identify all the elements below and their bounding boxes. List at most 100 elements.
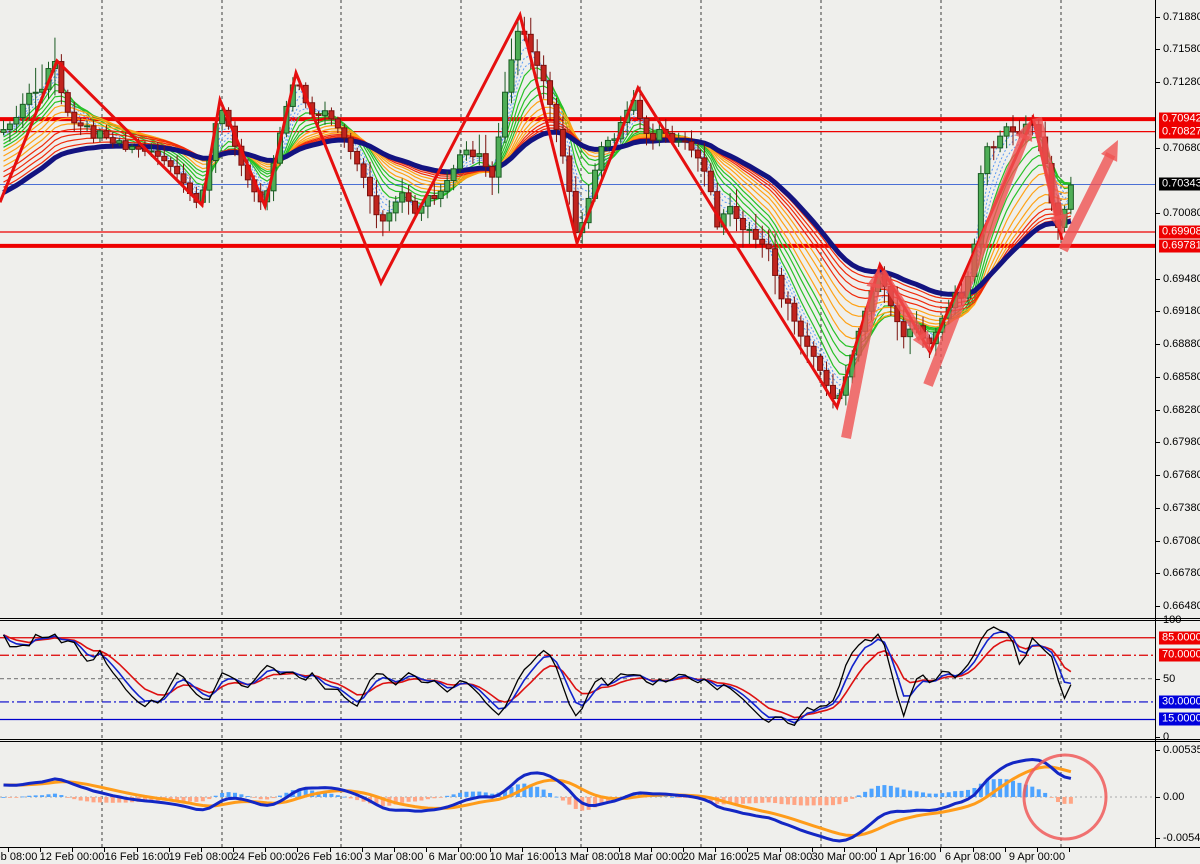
price-axis-tick <box>1156 213 1160 214</box>
candle-down <box>818 356 823 370</box>
macd-histogram-bar-negative <box>760 797 764 803</box>
candle-up <box>985 147 990 174</box>
candle-up <box>1068 185 1073 209</box>
time-axis[interactable]: 9 Feb 08:0012 Feb 00:0016 Feb 16:0019 Fe… <box>0 847 1200 864</box>
trade-direction-arrow-shaft[interactable] <box>1037 118 1060 219</box>
macd-histogram-bar-positive <box>342 797 346 798</box>
candle-down <box>1011 127 1016 132</box>
main-chart-canvas[interactable] <box>0 0 1155 618</box>
macd-histogram-bar-positive <box>966 790 970 797</box>
macd-histogram-bar-positive <box>915 791 919 797</box>
candle-down <box>901 322 906 337</box>
macd-histogram-bar-positive <box>458 793 462 797</box>
price-axis-tick <box>1156 737 1160 738</box>
macd-histogram-bar-negative <box>741 797 745 804</box>
macd-histogram-bar-positive <box>953 791 957 797</box>
macd-histogram-bar-positive <box>882 785 886 797</box>
macd-histogram-bar-negative <box>79 797 83 801</box>
price-axis[interactable]: 0.718800.715800.712800.706800.700800.694… <box>1155 0 1200 847</box>
macd-histogram-bar-negative <box>735 797 739 804</box>
candle-down <box>155 151 160 156</box>
candle-down <box>104 131 109 138</box>
macd-histogram-bar-negative <box>432 797 436 798</box>
macd-histogram-bar-positive <box>921 792 925 797</box>
candle-down <box>348 138 353 152</box>
macd-histogram-bar-positive <box>40 795 44 797</box>
macd-histogram-bar-positive <box>670 797 674 798</box>
macd-histogram-bar-positive <box>21 797 25 798</box>
candle-down <box>650 133 655 140</box>
trade-direction-arrow-head[interactable] <box>1015 120 1032 142</box>
macd-histogram-bar-positive <box>927 794 931 797</box>
price-axis-tick <box>1156 838 1160 839</box>
candle-down <box>110 138 115 144</box>
time-axis-label: 26 Feb 16:00 <box>298 851 363 863</box>
macd-histogram-bar-negative <box>792 797 796 805</box>
macd-histogram-bar-negative <box>400 797 404 803</box>
candle-down <box>355 151 360 163</box>
candle-down <box>548 81 553 105</box>
macd-histogram-bar-negative <box>272 797 276 798</box>
price-level-badge: 0.69781 <box>1159 240 1200 253</box>
candle-down <box>991 147 996 148</box>
candle-up <box>503 92 508 137</box>
oscillator-panel-canvas[interactable] <box>0 621 1155 739</box>
macd-histogram-bar-negative <box>104 797 108 803</box>
oscillator-axis-label: 0 <box>1163 731 1169 743</box>
price-axis-tick <box>1156 17 1160 18</box>
candle-up <box>97 131 102 138</box>
oscillator-level-badge: 15.0000 <box>1159 713 1200 726</box>
price-axis-label: 0.71280 <box>1163 76 1200 88</box>
macd-histogram-bar-positive <box>47 794 51 797</box>
candle-up <box>117 141 122 144</box>
macd-histogram-bar-negative <box>831 797 835 805</box>
macd-histogram-bar-negative <box>439 797 443 798</box>
price-axis-tick <box>1156 344 1160 345</box>
macd-histogram-bar-positive <box>908 791 912 797</box>
time-axis-tick <box>1005 848 1006 852</box>
macd-histogram-bar-positive <box>1043 793 1047 797</box>
macd-histogram-bar-positive <box>239 794 243 797</box>
candle-up <box>496 137 501 177</box>
macd-histogram-bar-negative <box>407 797 411 802</box>
candle-up <box>400 193 405 202</box>
candle-down <box>483 154 488 167</box>
zigzag-trendline[interactable] <box>0 15 1062 407</box>
macd-histogram-bar-negative <box>773 797 777 803</box>
time-axis-label: 12 Feb 00:00 <box>40 851 105 863</box>
price-axis-tick <box>1156 508 1160 509</box>
candle-up <box>605 140 610 146</box>
candle-down <box>773 249 778 276</box>
price-axis-label: 0.67680 <box>1163 469 1200 481</box>
trade-direction-arrow-shaft[interactable] <box>928 135 1025 385</box>
macd-histogram-bar-negative <box>111 797 115 803</box>
macd-histogram-bar-negative <box>805 797 809 806</box>
macd-histogram-bar-negative <box>825 797 829 805</box>
macd-histogram-bar-negative <box>780 797 784 804</box>
candle-down <box>766 244 771 249</box>
candle-up <box>7 124 12 130</box>
price-axis-tick <box>1156 410 1160 411</box>
macd-histogram-bar-positive <box>934 794 938 797</box>
macd-histogram-bar-positive <box>535 787 539 797</box>
price-axis-label: 0.66480 <box>1163 600 1200 612</box>
candle-down <box>779 275 784 298</box>
candle-down <box>535 52 540 66</box>
candle-down <box>811 346 816 356</box>
macd-histogram-bar-negative <box>812 797 816 805</box>
candle-down <box>541 65 546 80</box>
candle-up <box>14 117 19 124</box>
macd-axis-label: 0.0053585 <box>1163 744 1200 756</box>
candle-up <box>393 202 398 213</box>
price-axis-tick <box>1156 49 1160 50</box>
macd-histogram-bar-positive <box>220 793 224 797</box>
macd-panel-canvas[interactable] <box>0 742 1155 847</box>
macd-histogram-bar-negative <box>786 797 790 804</box>
candle-down <box>805 336 810 346</box>
macd-histogram-bar-positive <box>336 795 340 797</box>
candle-up <box>599 147 604 171</box>
macd-histogram-bar-positive <box>542 790 546 797</box>
price-axis-tick <box>1156 620 1160 621</box>
macd-histogram-bar-negative <box>349 797 353 798</box>
time-axis-label: 1 Apr 16:00 <box>880 851 936 863</box>
